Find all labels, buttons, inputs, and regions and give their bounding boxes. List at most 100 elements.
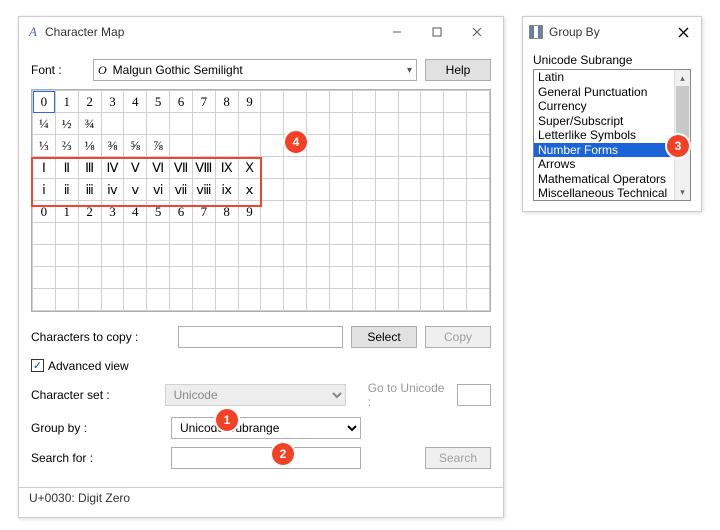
char-cell[interactable]: [444, 135, 467, 157]
char-cell[interactable]: [33, 245, 56, 267]
char-cell[interactable]: [101, 289, 124, 311]
char-cell[interactable]: [55, 223, 78, 245]
char-cell[interactable]: [421, 113, 444, 135]
char-cell[interactable]: 7: [192, 91, 215, 113]
char-cell[interactable]: [192, 223, 215, 245]
char-cell[interactable]: [421, 267, 444, 289]
char-cell[interactable]: ⅲ: [78, 179, 101, 201]
char-cell[interactable]: [307, 135, 330, 157]
char-cell[interactable]: 6: [170, 91, 193, 113]
char-cell[interactable]: [444, 179, 467, 201]
search-button[interactable]: Search: [425, 447, 491, 469]
char-cell[interactable]: Ⅷ: [192, 157, 215, 179]
char-cell[interactable]: [284, 179, 307, 201]
char-cell[interactable]: [467, 289, 490, 311]
char-cell[interactable]: [124, 289, 147, 311]
char-cell[interactable]: [421, 245, 444, 267]
char-cell[interactable]: [329, 179, 352, 201]
copy-button[interactable]: Copy: [425, 326, 491, 348]
char-cell[interactable]: ⅰ: [33, 179, 56, 201]
char-cell[interactable]: Ⅱ: [55, 157, 78, 179]
char-cell[interactable]: [398, 157, 421, 179]
char-cell[interactable]: [444, 113, 467, 135]
select-button[interactable]: Select: [351, 326, 417, 348]
char-cell[interactable]: [147, 267, 170, 289]
char-cell[interactable]: [444, 91, 467, 113]
char-cell[interactable]: [307, 91, 330, 113]
subrange-listbox[interactable]: LatinGeneral PunctuationCurrencySuper/Su…: [533, 69, 691, 201]
char-cell[interactable]: [444, 245, 467, 267]
char-cell[interactable]: ⅱ: [55, 179, 78, 201]
char-cell[interactable]: [375, 91, 398, 113]
scroll-down-icon[interactable]: ▾: [675, 184, 690, 200]
char-cell[interactable]: [444, 267, 467, 289]
char-cell[interactable]: [421, 179, 444, 201]
subrange-item[interactable]: Number Forms: [534, 143, 674, 158]
char-cell[interactable]: [261, 113, 284, 135]
subrange-item[interactable]: Currency: [534, 99, 674, 114]
subrange-item[interactable]: Miscellaneous Technical: [534, 186, 674, 201]
char-cell[interactable]: [261, 267, 284, 289]
char-cell[interactable]: [101, 267, 124, 289]
char-cell[interactable]: [421, 201, 444, 223]
char-cell[interactable]: [147, 245, 170, 267]
char-cell[interactable]: ¾: [78, 113, 101, 135]
char-cell[interactable]: [101, 113, 124, 135]
char-cell[interactable]: [261, 91, 284, 113]
char-cell[interactable]: [33, 289, 56, 311]
char-cell[interactable]: [215, 223, 238, 245]
char-cell[interactable]: ⅴ: [124, 179, 147, 201]
char-cell[interactable]: [147, 223, 170, 245]
char-cell[interactable]: [398, 113, 421, 135]
char-cell[interactable]: Ⅹ: [238, 157, 261, 179]
char-cell[interactable]: [261, 179, 284, 201]
char-cell[interactable]: [238, 245, 261, 267]
char-cell[interactable]: ⅳ: [101, 179, 124, 201]
char-cell[interactable]: [375, 113, 398, 135]
char-cell[interactable]: 1: [55, 201, 78, 223]
char-cell[interactable]: Ⅰ: [33, 157, 56, 179]
char-cell[interactable]: 4: [124, 201, 147, 223]
help-button[interactable]: Help: [425, 59, 491, 81]
char-cell[interactable]: [444, 223, 467, 245]
char-cell[interactable]: [261, 157, 284, 179]
char-cell[interactable]: [329, 289, 352, 311]
char-cell[interactable]: [124, 223, 147, 245]
char-cell[interactable]: ⅔: [55, 135, 78, 157]
char-cell[interactable]: [398, 267, 421, 289]
char-cell[interactable]: 2: [78, 201, 101, 223]
char-cell[interactable]: [329, 91, 352, 113]
char-cell[interactable]: [261, 289, 284, 311]
subrange-item[interactable]: Letterlike Symbols: [534, 128, 674, 143]
char-cell[interactable]: [124, 113, 147, 135]
char-cell[interactable]: [329, 113, 352, 135]
char-cell[interactable]: [375, 267, 398, 289]
char-cell[interactable]: [55, 267, 78, 289]
char-cell[interactable]: [421, 157, 444, 179]
char-cell[interactable]: 4: [124, 91, 147, 113]
char-cell[interactable]: ⅸ: [215, 179, 238, 201]
char-cell[interactable]: [329, 267, 352, 289]
char-cell[interactable]: [284, 267, 307, 289]
char-cell[interactable]: [467, 267, 490, 289]
char-cell[interactable]: [329, 201, 352, 223]
char-cell[interactable]: [398, 289, 421, 311]
groupby-select[interactable]: Unicode Subrange: [171, 417, 361, 439]
subrange-item[interactable]: Arrows: [534, 157, 674, 172]
char-cell[interactable]: [375, 157, 398, 179]
char-cell[interactable]: 0: [33, 201, 56, 223]
char-cell[interactable]: [352, 223, 375, 245]
char-cell[interactable]: ⅷ: [192, 179, 215, 201]
char-cell[interactable]: 9: [238, 201, 261, 223]
char-cell[interactable]: [215, 113, 238, 135]
char-cell[interactable]: 8: [215, 201, 238, 223]
char-cell[interactable]: [215, 245, 238, 267]
character-grid[interactable]: 0123456789¼½¾⅓⅔⅛⅜⅝⅞ⅠⅡⅢⅣⅤⅥⅦⅧⅨⅩⅰⅱⅲⅳⅴⅵⅶⅷⅸⅹ0…: [31, 89, 491, 312]
char-cell[interactable]: [352, 201, 375, 223]
char-cell[interactable]: [375, 201, 398, 223]
char-cell[interactable]: Ⅳ: [101, 157, 124, 179]
groupby-close-button[interactable]: [669, 18, 697, 46]
char-cell[interactable]: [170, 223, 193, 245]
char-cell[interactable]: [261, 201, 284, 223]
char-cell[interactable]: [352, 91, 375, 113]
